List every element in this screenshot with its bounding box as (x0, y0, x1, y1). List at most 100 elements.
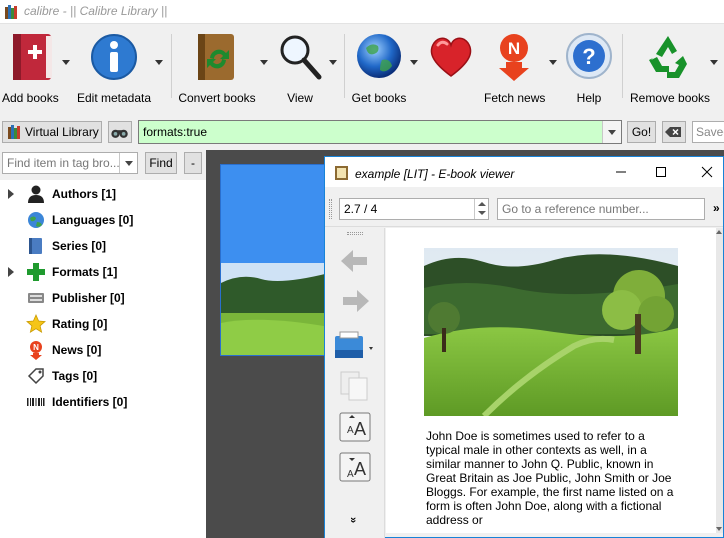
tag-browser-find-input[interactable]: Find item in tag bro... (2, 152, 138, 174)
add-books-label: Add books (2, 91, 59, 105)
position-value: 2.7 / 4 (344, 202, 378, 216)
tag-formats[interactable]: Formats [1] (0, 260, 206, 284)
help-button[interactable]: ? Help (562, 30, 616, 105)
search-options-button[interactable] (108, 121, 132, 143)
toolbar-separator (622, 34, 623, 98)
main-toolbar: Add books Edit metadata Convert books Vi… (0, 24, 724, 105)
view-dropdown[interactable] (329, 60, 337, 65)
content-scrollbar[interactable] (716, 228, 723, 533)
fetch-news-dropdown[interactable] (549, 60, 557, 65)
get-books-dropdown[interactable] (410, 60, 418, 65)
get-books-label: Get books (351, 91, 407, 105)
viewer-title: example [LIT] - E-book viewer (355, 167, 515, 181)
position-stepper[interactable] (474, 199, 488, 219)
tag-series[interactable]: Series [0] (0, 234, 206, 258)
tag-browser: Authors [1] Languages [0] Series [0] For… (0, 180, 206, 538)
reference-placeholder: Go to a reference number... (502, 202, 649, 216)
recycle-icon (649, 36, 687, 78)
tag-rating-label: Rating [0] (52, 317, 108, 331)
expand-arrow-icon[interactable] (8, 189, 14, 199)
tag-browser-find-dropdown[interactable] (119, 153, 137, 173)
barcode-icon (27, 398, 45, 406)
remove-books-label: Remove books (630, 91, 711, 105)
reference-input[interactable]: Go to a reference number... (497, 198, 705, 220)
cover-image (221, 263, 329, 355)
toolbar-separator (344, 34, 345, 98)
scroll-down-arrow-icon[interactable] (716, 527, 722, 531)
svg-text:A: A (354, 419, 366, 439)
book-paragraph: John Doe is sometimes used to refer to a… (426, 429, 674, 527)
backspace-icon (665, 127, 681, 137)
convert-books-button[interactable]: Convert books (178, 30, 256, 105)
tag-series-label: Series [0] (52, 239, 107, 253)
scroll-up-arrow-icon[interactable] (716, 230, 722, 234)
svg-text:?: ? (582, 44, 595, 69)
close-icon[interactable] (697, 163, 717, 181)
help-icon: ? (566, 33, 612, 79)
window-title: calibre - || Calibre Library || (24, 4, 168, 18)
back-arrow-icon[interactable] (337, 244, 373, 278)
go-button[interactable]: Go! (627, 121, 656, 143)
copy-icon[interactable] (337, 370, 373, 404)
tag-icon (27, 368, 44, 385)
clear-search-button[interactable] (662, 121, 686, 143)
virtual-library-button[interactable]: Virtual Library (2, 121, 102, 143)
search-input[interactable]: formats:true (138, 120, 622, 144)
tag-rating[interactable]: Rating [0] (0, 312, 206, 336)
view-button[interactable]: View (274, 30, 326, 105)
toolbar-separator (171, 34, 172, 98)
minimize-icon[interactable] (611, 163, 631, 181)
tag-tags-label: Tags [0] (52, 369, 98, 383)
publisher-icon (28, 293, 44, 303)
tag-publisher[interactable]: Publisher [0] (0, 286, 206, 310)
library-icon (8, 125, 20, 139)
tag-languages[interactable]: Languages [0] (0, 208, 206, 232)
side-toolbar-grip[interactable] (347, 232, 363, 235)
maximize-icon[interactable] (651, 163, 671, 181)
add-books-button[interactable]: Add books (2, 30, 59, 105)
remove-books-dropdown[interactable] (710, 60, 718, 65)
add-books-dropdown[interactable] (62, 60, 70, 65)
font-size-larger-icon[interactable]: A A (337, 410, 373, 444)
book-content-view[interactable]: John Doe is sometimes used to refer to a… (386, 228, 716, 533)
print-icon[interactable] (331, 330, 377, 364)
tag-tags[interactable]: Tags [0] (0, 364, 206, 388)
series-icon (29, 238, 42, 254)
convert-books-dropdown[interactable] (260, 60, 268, 65)
search-history-dropdown[interactable] (602, 121, 621, 143)
fetch-news-button[interactable]: N Fetch news (484, 30, 546, 105)
fetch-news-label: Fetch news (484, 91, 546, 105)
news-icon: N (30, 341, 42, 360)
tag-browser-find-button[interactable]: Find (145, 152, 177, 174)
forward-arrow-icon[interactable] (337, 284, 373, 318)
expand-arrow-icon[interactable] (8, 267, 14, 277)
tag-authors[interactable]: Authors [1] (0, 182, 206, 206)
plus-icon (27, 263, 45, 281)
tag-identifiers-label: Identifiers [0] (52, 395, 128, 409)
person-icon (28, 185, 44, 203)
saved-searches-input[interactable]: Saved (692, 121, 724, 143)
tag-authors-label: Authors [1] (52, 187, 116, 201)
remove-books-button[interactable]: Remove books (630, 30, 711, 105)
book-cover[interactable] (220, 164, 330, 356)
star-icon (26, 314, 46, 333)
news-icon: N (499, 34, 529, 81)
virtual-library-label: Virtual Library (25, 125, 99, 139)
edit-metadata-button[interactable]: Edit metadata (76, 30, 152, 105)
side-toolbar-overflow-button[interactable]: » (347, 517, 359, 523)
tag-browser-collapse-button[interactable]: - (184, 152, 202, 174)
viewer-app-icon (335, 166, 348, 180)
add-book-icon (13, 34, 52, 80)
get-books-button[interactable]: Get books (350, 30, 408, 105)
edit-metadata-dropdown[interactable] (155, 60, 163, 65)
tag-publisher-label: Publisher [0] (52, 291, 125, 305)
toolbar-overflow-button[interactable]: » (713, 201, 720, 215)
donate-button[interactable] (424, 30, 478, 102)
tag-news[interactable]: N News [0] (0, 338, 206, 362)
svg-text:A: A (347, 425, 354, 436)
font-size-smaller-icon[interactable]: A A (337, 450, 373, 484)
position-spinbox[interactable]: 2.7 / 4 (339, 198, 489, 220)
toolbar-grip[interactable] (329, 199, 332, 219)
tag-news-label: News [0] (52, 343, 102, 357)
tag-identifiers[interactable]: Identifiers [0] (0, 390, 206, 414)
